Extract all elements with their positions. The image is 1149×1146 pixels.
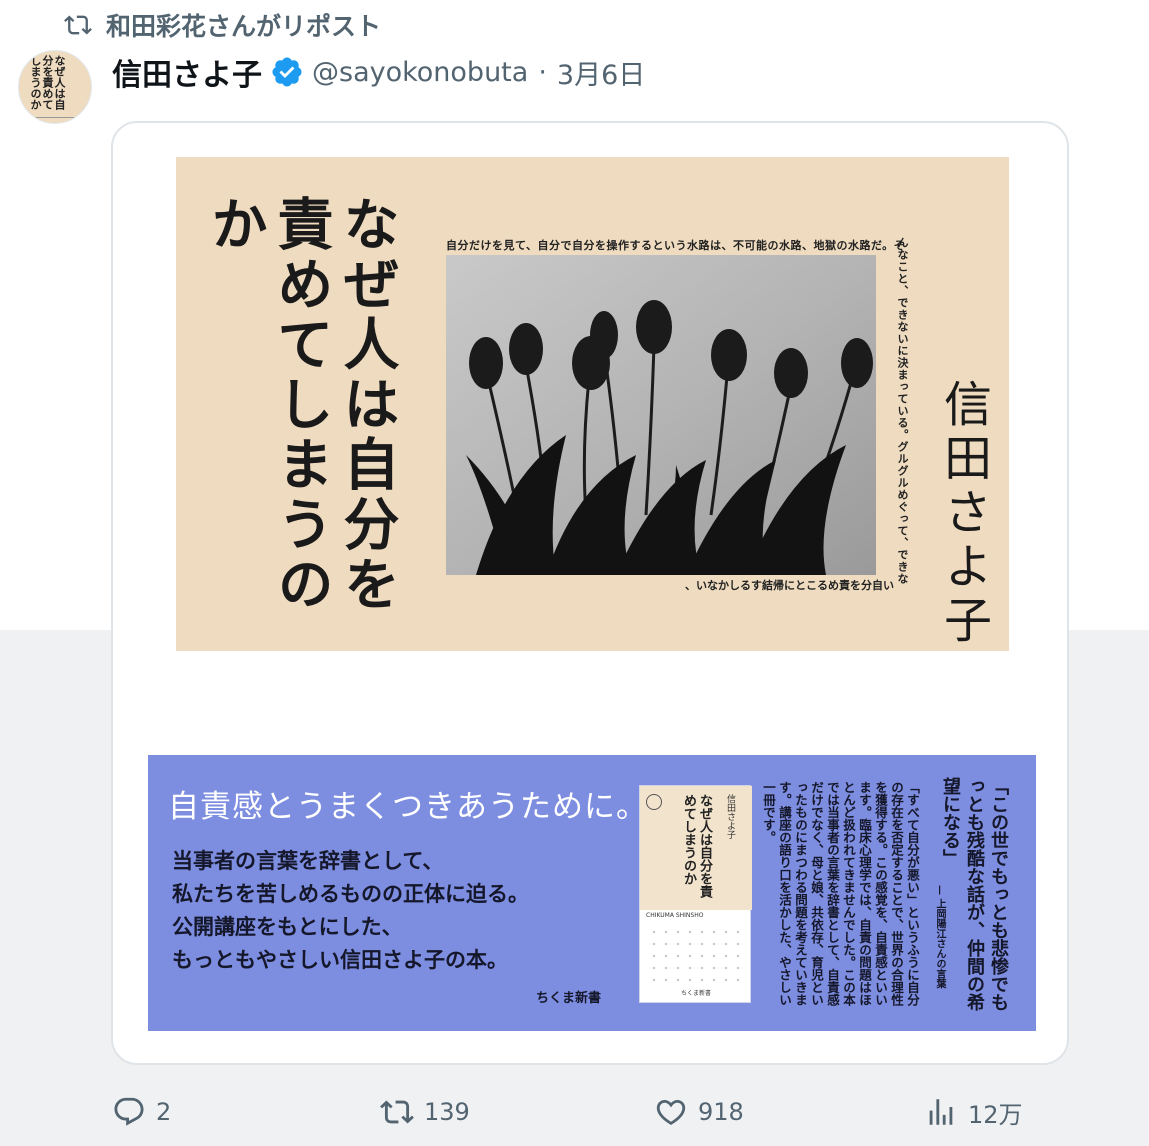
post-date[interactable]: 3月6日: [557, 53, 645, 92]
book-thumbnail-imprint: ちくま新書: [680, 990, 711, 997]
reply-count: 2: [156, 1098, 172, 1126]
book-thumbnail-author: 信田さよ子: [725, 794, 735, 839]
banner-body-line: 私たちを苦しめるものの正体に迫る。: [172, 882, 529, 906]
post-actions: 2 139 918 12万: [0, 1088, 1149, 1136]
repost-indicator[interactable]: 和田彩花さんがリポスト: [62, 8, 381, 42]
header-separator: ·: [538, 56, 547, 88]
avatar-book-title: なぜ人は自分を責めてしまうのか: [29, 55, 66, 110]
publisher-mark-icon: [646, 794, 662, 810]
media-card[interactable]: なぜ人は自分を責めてしまうのか 自分だけを見て、自分で自分を操作するという水路は…: [111, 121, 1069, 1065]
views-count: 12万: [968, 1100, 1023, 1129]
banner-headline: 自責感とうまくつきあうために。: [168, 789, 648, 825]
banner-body: 当事者の言葉を辞書として、 私たちを苦しめるものの正体に迫る。 公開講座をもとに…: [172, 845, 529, 977]
banner-body-line: もっともやさしい信田さよ子の本。: [172, 948, 508, 972]
banner-praise-quote: 「この世でもっとも悲惨でもっとも残酷な話が、仲間の希望になる」: [940, 777, 1009, 1011]
repost-icon: [64, 15, 92, 35]
repost-button[interactable]: 139: [380, 1088, 470, 1136]
banner-body-line: 公開講座をもとにした、: [172, 915, 403, 939]
banner-description: 「すべて自分が悪い」というふうに自分の存在を否定することで、世界の合理性を獲得す…: [761, 781, 920, 1006]
publisher-logo: ちくま新書: [536, 991, 602, 1006]
banner-body-line: 当事者の言葉を辞書として、: [172, 849, 444, 873]
cover-quote-bottom: 、いなかしるす結帰にとこるめ責を分自い: [685, 579, 894, 592]
views-chart-icon: [929, 1099, 953, 1125]
cover-quote-top: 自分だけを見て、自分で自分を操作するという水路は、不可能の水路、地獄の水路だ。そ: [446, 239, 906, 252]
book-cover-image: なぜ人は自分を責めてしまうのか 自分だけを見て、自分で自分を操作するという水路は…: [176, 157, 1009, 651]
repost-count: 139: [424, 1098, 470, 1126]
like-count: 918: [698, 1098, 744, 1126]
book-thumbnail-title: なぜ人は自分を責めてしまうのか: [681, 794, 712, 898]
book-banner: 自責感とうまくつきあうために。 当事者の言葉を辞書として、 私たちを苦しめるもの…: [148, 755, 1036, 1031]
book-thumbnail: なぜ人は自分を責めてしまうのか 信田さよ子 CHIKUMA SHINSHO ちく…: [639, 785, 752, 1003]
cover-author: 信田さよ子: [935, 379, 991, 649]
cover-quote-side: んなこと、できないに決まっている。グルグルめぐって、できな: [896, 237, 909, 585]
tulip-photo: [446, 255, 876, 575]
repost-text: 和田彩花さんがリポスト: [106, 12, 382, 41]
avatar-divider: [33, 117, 77, 118]
book-thumbnail-series: CHIKUMA SHINSHO: [646, 912, 704, 919]
verified-badge-icon[interactable]: [270, 55, 304, 89]
post-header: 信田さよ子 @sayokonobuta · 3月6日: [112, 50, 645, 94]
cover-title: なぜ人は自分を責めてしまうのか: [202, 195, 400, 615]
repost-icon: [380, 1100, 414, 1124]
book-thumbnail-pattern: [648, 926, 744, 984]
reply-button[interactable]: 2: [112, 1088, 171, 1136]
author-handle[interactable]: @sayokonobuta: [312, 57, 528, 88]
like-button[interactable]: 918: [654, 1088, 744, 1136]
author-name[interactable]: 信田さよ子: [112, 50, 262, 94]
views-button[interactable]: 12万: [924, 1088, 1023, 1136]
heart-icon: [656, 1099, 686, 1125]
avatar[interactable]: なぜ人は自分を責めてしまうのか: [18, 50, 92, 124]
reply-icon: [114, 1097, 144, 1126]
